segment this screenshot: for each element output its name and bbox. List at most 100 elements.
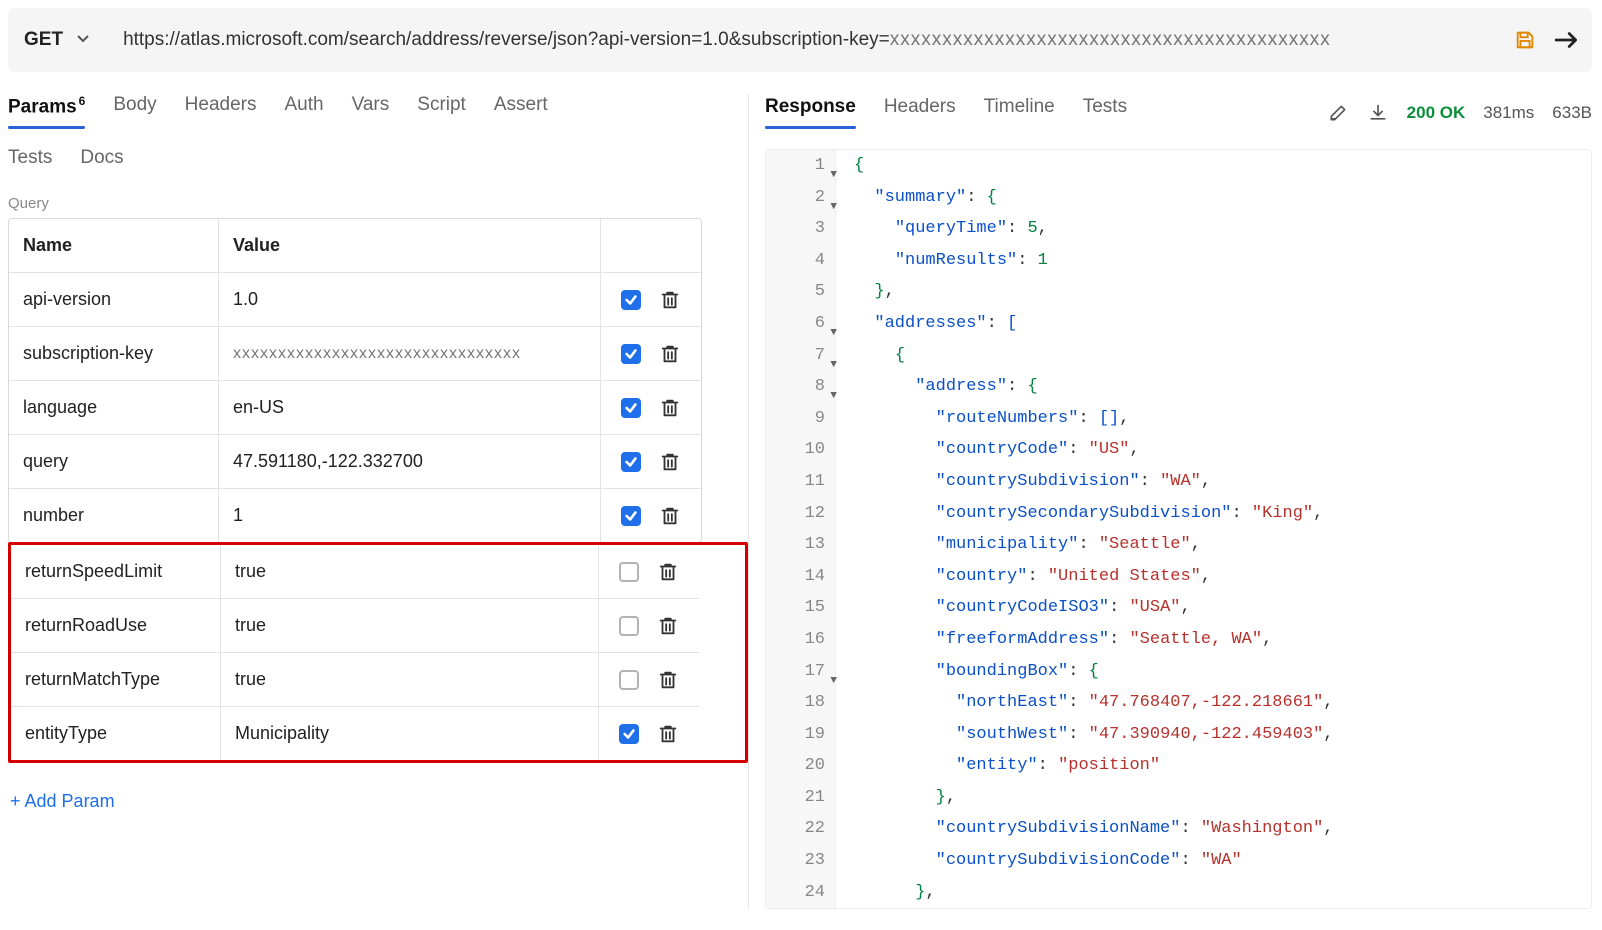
param-enabled-checkbox[interactable] bbox=[621, 290, 641, 310]
response-body-viewer[interactable]: 1▼{2▼ "summary": {3 "queryTime": 5,4 "nu… bbox=[765, 149, 1592, 909]
request-tabs: Params6 Body Headers Auth Vars Script As… bbox=[8, 94, 748, 129]
param-name[interactable]: returnSpeedLimit bbox=[11, 545, 221, 598]
col-value: Value bbox=[219, 219, 601, 272]
param-name[interactable]: api-version bbox=[9, 273, 219, 326]
param-name[interactable]: query bbox=[9, 435, 219, 488]
trash-icon[interactable] bbox=[657, 723, 679, 745]
param-value[interactable]: xxxxxxxxxxxxxxxxxxxxxxxxxxxxxxxx bbox=[219, 327, 601, 380]
tab-vars[interactable]: Vars bbox=[352, 94, 390, 128]
code-line: 23 "countrySubdivisionCode": "WA" bbox=[766, 845, 1591, 877]
tab-auth[interactable]: Auth bbox=[285, 94, 324, 128]
param-name[interactable]: entityType bbox=[11, 707, 221, 760]
code-line: 9 "routeNumbers": [], bbox=[766, 403, 1591, 435]
code-line: 17▼ "boundingBox": { bbox=[766, 656, 1591, 688]
code-content: }, bbox=[836, 782, 956, 814]
trash-icon[interactable] bbox=[657, 561, 679, 583]
param-enabled-checkbox[interactable] bbox=[621, 344, 641, 364]
param-enabled-checkbox[interactable] bbox=[619, 670, 639, 690]
param-enabled-checkbox[interactable] bbox=[621, 506, 641, 526]
code-content: "countrySubdivision": "WA", bbox=[836, 466, 1211, 498]
tab-params[interactable]: Params6 bbox=[8, 94, 85, 128]
tab-timeline[interactable]: Timeline bbox=[984, 96, 1055, 128]
trash-icon[interactable] bbox=[659, 505, 681, 527]
request-bar: GET https://atlas.microsoft.com/search/a… bbox=[8, 8, 1592, 72]
trash-icon[interactable] bbox=[659, 397, 681, 419]
tab-response[interactable]: Response bbox=[765, 96, 856, 128]
line-number: 3 bbox=[766, 213, 836, 245]
send-arrow-icon[interactable] bbox=[1554, 29, 1580, 51]
param-row: number1 bbox=[9, 489, 701, 542]
param-name[interactable]: number bbox=[9, 489, 219, 542]
param-enabled-checkbox[interactable] bbox=[621, 452, 641, 472]
code-line: 22 "countrySubdivisionName": "Washington… bbox=[766, 813, 1591, 845]
subtab-docs[interactable]: Docs bbox=[80, 147, 123, 169]
param-value[interactable]: 1.0 bbox=[219, 273, 601, 326]
pane-divider[interactable] bbox=[748, 94, 749, 909]
param-enabled-checkbox[interactable] bbox=[619, 562, 639, 582]
save-icon[interactable] bbox=[1514, 29, 1536, 51]
code-line: 10 "countryCode": "US", bbox=[766, 434, 1591, 466]
line-number: 18 bbox=[766, 687, 836, 719]
code-line: 7▼ { bbox=[766, 340, 1591, 372]
code-line: 21 }, bbox=[766, 782, 1591, 814]
param-enabled-checkbox[interactable] bbox=[619, 724, 639, 744]
code-line: 1▼{ bbox=[766, 150, 1591, 182]
tab-resp-headers[interactable]: Headers bbox=[884, 96, 956, 128]
highlighted-params: returnSpeedLimittruereturnRoadUsetrueret… bbox=[8, 542, 748, 763]
param-value[interactable]: true bbox=[221, 599, 599, 652]
param-value[interactable]: 47.591180,-122.332700 bbox=[219, 435, 601, 488]
clear-icon[interactable] bbox=[1327, 102, 1349, 124]
code-content: "countryCode": "US", bbox=[836, 434, 1140, 466]
code-line: 8▼ "address": { bbox=[766, 371, 1591, 403]
param-row: entityTypeMunicipality bbox=[11, 707, 699, 760]
tab-headers[interactable]: Headers bbox=[185, 94, 257, 128]
param-enabled-checkbox[interactable] bbox=[619, 616, 639, 636]
param-name[interactable]: returnMatchType bbox=[11, 653, 221, 706]
code-content: "freeformAddress": "Seattle, WA", bbox=[836, 624, 1272, 656]
response-size: 633B bbox=[1552, 103, 1592, 123]
param-row: returnRoadUsetrue bbox=[11, 599, 699, 653]
param-name[interactable]: subscription-key bbox=[9, 327, 219, 380]
download-icon[interactable] bbox=[1367, 102, 1389, 124]
method-dropdown[interactable]: GET bbox=[24, 29, 105, 51]
param-value[interactable]: Municipality bbox=[221, 707, 599, 760]
line-number: 21 bbox=[766, 782, 836, 814]
trash-icon[interactable] bbox=[657, 669, 679, 691]
line-number: 7▼ bbox=[766, 340, 836, 372]
trash-icon[interactable] bbox=[659, 289, 681, 311]
trash-icon[interactable] bbox=[659, 343, 681, 365]
code-content: }, bbox=[836, 877, 936, 909]
param-value[interactable]: en-US bbox=[219, 381, 601, 434]
param-value[interactable]: 1 bbox=[219, 489, 601, 542]
code-content: "municipality": "Seattle", bbox=[836, 529, 1201, 561]
code-content: "southWest": "47.390940,-122.459403", bbox=[836, 719, 1334, 751]
param-enabled-checkbox[interactable] bbox=[621, 398, 641, 418]
line-number: 20 bbox=[766, 750, 836, 782]
code-line: 3 "queryTime": 5, bbox=[766, 213, 1591, 245]
tab-body[interactable]: Body bbox=[113, 94, 156, 128]
line-number: 24 bbox=[766, 877, 836, 909]
trash-icon[interactable] bbox=[657, 615, 679, 637]
url-masked: xxxxxxxxxxxxxxxxxxxxxxxxxxxxxxxxxxxxxxxx… bbox=[890, 29, 1331, 50]
param-row: subscription-keyxxxxxxxxxxxxxxxxxxxxxxxx… bbox=[9, 327, 701, 381]
param-name[interactable]: returnRoadUse bbox=[11, 599, 221, 652]
col-actions bbox=[601, 219, 701, 272]
param-row: returnMatchTypetrue bbox=[11, 653, 699, 707]
param-value[interactable]: true bbox=[221, 653, 599, 706]
trash-icon[interactable] bbox=[659, 451, 681, 473]
line-number: 1▼ bbox=[766, 150, 836, 182]
code-line: 16 "freeformAddress": "Seattle, WA", bbox=[766, 624, 1591, 656]
tab-script[interactable]: Script bbox=[417, 94, 466, 128]
code-content: "country": "United States", bbox=[836, 561, 1211, 593]
code-line: 20 "entity": "position" bbox=[766, 750, 1591, 782]
line-number: 17▼ bbox=[766, 656, 836, 688]
subtab-tests[interactable]: Tests bbox=[8, 147, 52, 169]
param-value[interactable]: true bbox=[221, 545, 599, 598]
url-input[interactable]: https://atlas.microsoft.com/search/addre… bbox=[123, 29, 1496, 51]
tab-resp-tests[interactable]: Tests bbox=[1083, 96, 1127, 128]
param-name[interactable]: language bbox=[9, 381, 219, 434]
tab-assert[interactable]: Assert bbox=[494, 94, 548, 128]
add-param-link[interactable]: + Add Param bbox=[10, 791, 115, 812]
code-content: "northEast": "47.768407,-122.218661", bbox=[836, 687, 1334, 719]
col-name: Name bbox=[9, 219, 219, 272]
